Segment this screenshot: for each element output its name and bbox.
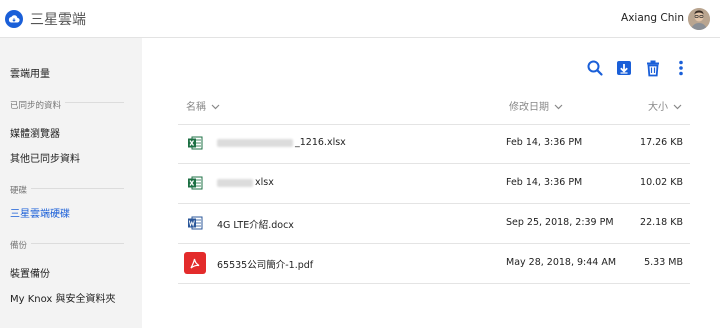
app-title: 三星雲端 (30, 12, 86, 28)
sidebar-section-drive: 硬碟 (10, 184, 32, 196)
sidebar-section-backup: 備份 (10, 239, 32, 251)
column-header-modified[interactable]: 修改日期 (509, 98, 563, 113)
redacted-text (217, 138, 293, 147)
column-header-label: 修改日期 (509, 102, 549, 113)
search-icon[interactable] (585, 58, 605, 78)
file-name: xlsx (217, 177, 274, 188)
sidebar: 雲端用量 已同步的資料 媒體瀏覽器 其他已同步資料 硬碟 三星雲端硬碟 備份 裝… (0, 38, 142, 328)
table-row[interactable]: 65535公司簡介-1.pdf May 28, 2018, 9:44 AM 5.… (178, 244, 690, 283)
pdf-file-icon (184, 252, 206, 274)
file-modified: Feb 14, 3:36 PM (506, 137, 583, 148)
file-size: 10.02 KB (640, 177, 683, 188)
chevron-down-icon (554, 104, 563, 110)
download-icon[interactable] (614, 58, 634, 78)
more-vert-icon[interactable] (671, 58, 691, 78)
sidebar-item-cloud-usage[interactable]: 雲端用量 (10, 65, 50, 80)
top-bar: 三星雲端 Axiang Chin (0, 0, 720, 38)
sidebar-item-samsung-cloud-drive[interactable]: 三星雲端硬碟 (10, 205, 70, 220)
file-name: 65535公司簡介-1.pdf (217, 260, 314, 271)
chevron-down-icon (673, 104, 682, 110)
cloud-logo-icon[interactable] (5, 10, 23, 28)
file-modified: Sep 25, 2018, 2:39 PM (506, 217, 614, 228)
sidebar-item-device-backup[interactable]: 裝置備份 (10, 265, 50, 280)
divider (178, 283, 690, 284)
file-size: 17.26 KB (640, 137, 683, 148)
column-header-label: 名稱 (186, 102, 206, 113)
table-row[interactable]: _1216.xlsx Feb 14, 3:36 PM 17.26 KB (178, 124, 690, 163)
user-name[interactable]: Axiang Chin (621, 12, 684, 24)
sidebar-item-media-browser[interactable]: 媒體瀏覽器 (10, 125, 60, 140)
trash-icon[interactable] (643, 58, 663, 78)
file-name-visible: _1216.xlsx (295, 137, 346, 148)
redacted-text (217, 178, 253, 187)
file-name-visible: xlsx (255, 177, 274, 188)
excel-file-icon (187, 175, 203, 191)
sidebar-item-knox[interactable]: My Knox 與安全資料夾 (10, 290, 116, 305)
table-row[interactable]: 4G LTE介紹.docx Sep 25, 2018, 2:39 PM 22.1… (178, 204, 690, 243)
table-row[interactable]: xlsx Feb 14, 3:36 PM 10.02 KB (178, 164, 690, 203)
column-header-size[interactable]: 大小 (648, 98, 682, 113)
chevron-down-icon (211, 104, 220, 110)
file-name: _1216.xlsx (217, 137, 346, 148)
word-file-icon (187, 215, 203, 231)
file-modified: May 28, 2018, 9:44 AM (506, 257, 617, 268)
avatar[interactable] (688, 8, 710, 30)
file-size: 22.18 KB (640, 217, 683, 228)
sidebar-item-other-synced[interactable]: 其他已同步資料 (10, 150, 80, 165)
file-size: 5.33 MB (644, 257, 683, 268)
sidebar-section-synced: 已同步的資料 (10, 99, 66, 111)
file-name: 4G LTE介紹.docx (217, 220, 294, 231)
column-header-name[interactable]: 名稱 (186, 98, 220, 113)
file-modified: Feb 14, 3:36 PM (506, 177, 583, 188)
column-header-label: 大小 (648, 102, 668, 113)
excel-file-icon (187, 135, 203, 151)
